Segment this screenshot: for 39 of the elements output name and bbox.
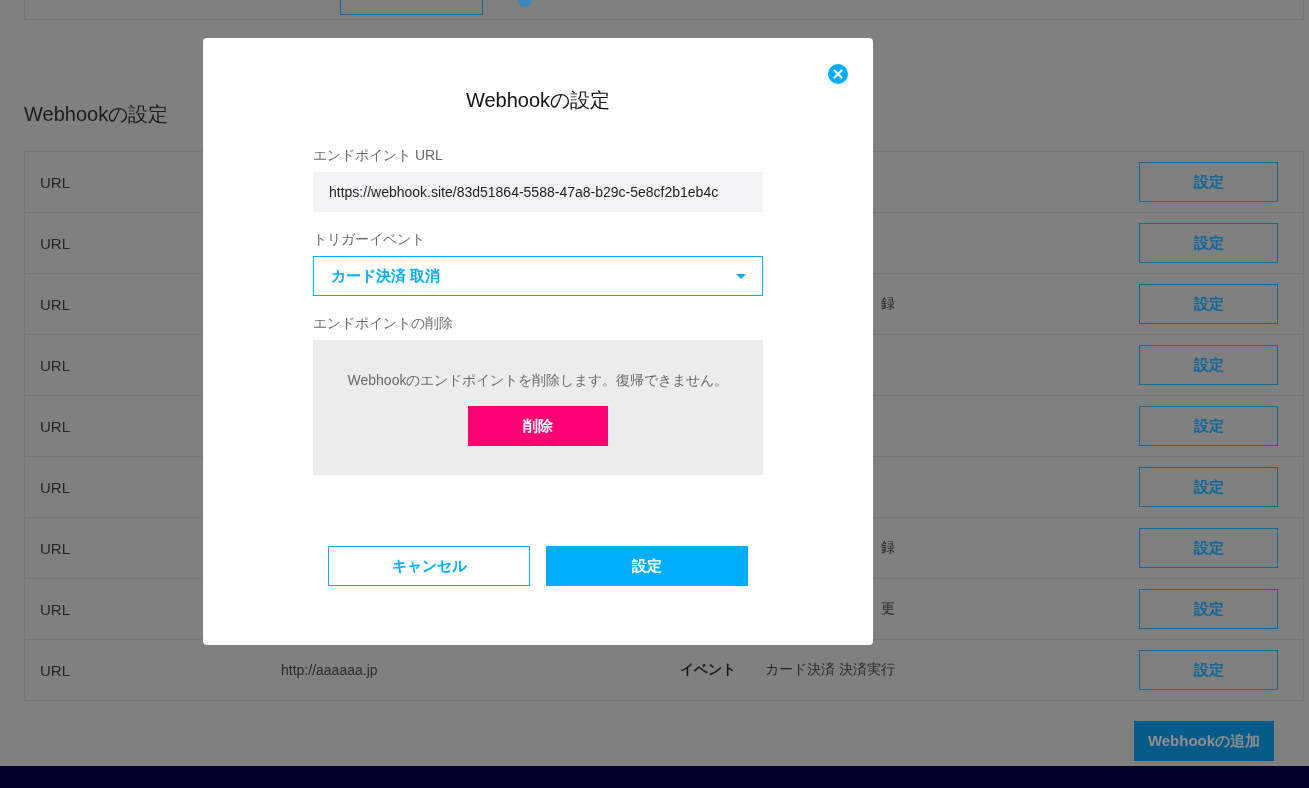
warning-text: Webhookのエンドポイントを削除します。復帰できません。 — [347, 371, 729, 390]
url-label: URL — [40, 539, 70, 557]
dialog-title: Webhookの設定 — [464, 88, 612, 112]
field-label: トリガーイベント — [313, 230, 426, 249]
url-label: URL — [40, 661, 70, 679]
settings-button[interactable]: 設定 — [1139, 528, 1278, 568]
outline-button[interactable] — [340, 0, 483, 15]
event-label: イベント — [680, 661, 736, 677]
close-icon[interactable] — [828, 64, 848, 84]
event-value: カード決済 決済実行 — [765, 661, 895, 677]
field-label: エンドポイントの削除 — [313, 314, 454, 333]
url-label: URL — [40, 295, 70, 313]
event-dropdown[interactable]: カード決済 取消 — [313, 256, 763, 296]
url-label: URL — [40, 478, 70, 496]
url-field[interactable]: https://webhook.site/83d51864-5588-47a8-b29c-5e8cf2b1eb4c — [313, 172, 763, 212]
settings-button[interactable]: 設定 — [1139, 345, 1278, 385]
field-label: エンドポイント URL — [313, 146, 444, 165]
url-value: http://aaaaaa.jp — [281, 662, 378, 678]
url-label: URL — [40, 173, 70, 191]
event-value: 録 — [881, 539, 895, 555]
url-label: URL — [40, 417, 70, 435]
settings-button[interactable]: 設定 — [1139, 284, 1278, 324]
settings-button[interactable]: 設定 — [1139, 589, 1278, 629]
add-webhook-button[interactable]: Webhookの追加 — [1134, 721, 1274, 761]
settings-button[interactable]: 設定 — [1139, 650, 1278, 690]
settings-button[interactable]: 設定 — [1139, 467, 1278, 507]
url-label: URL — [40, 356, 70, 374]
delete-button[interactable]: 削除 — [468, 406, 608, 446]
cancel-button[interactable]: キャンセル — [328, 546, 530, 586]
settings-button[interactable]: 設定 — [1139, 406, 1278, 446]
caret-icon — [736, 273, 746, 279]
event-value: 録 — [881, 295, 895, 311]
section-heading: Webhookの設定 — [24, 103, 170, 125]
url-label: URL — [40, 600, 70, 618]
url-label: URL — [40, 234, 70, 252]
settings-button[interactable]: 設定 — [1139, 223, 1278, 263]
save-button[interactable]: 設定 — [546, 546, 748, 586]
settings-button[interactable]: 設定 — [1139, 162, 1278, 202]
event-value: 更 — [881, 600, 895, 616]
